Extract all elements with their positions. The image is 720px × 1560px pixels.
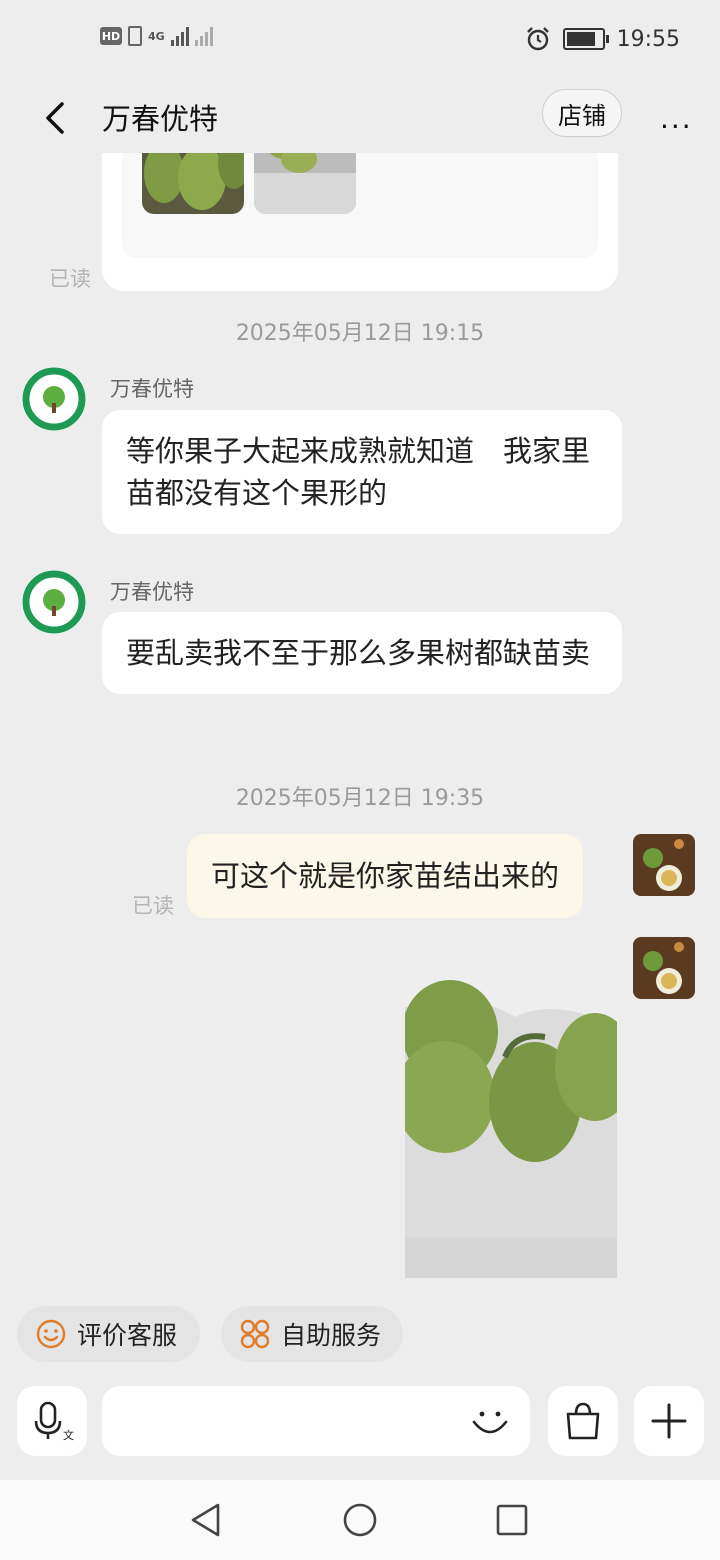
svg-text:文: 文 [63,1428,74,1442]
rate-service-label: 评价客服 [77,1321,178,1350]
message-bubble[interactable]: 等你果子大起来成熟就知道 我家里苗都没有这个果形的 [102,410,622,534]
network-label: 4G [148,29,165,43]
read-status: 已读 [132,894,174,918]
read-status: 已读 [49,267,91,291]
avatar[interactable] [22,367,86,431]
chat-header: 万春优特 店铺 ··· [0,84,720,154]
store-logo-icon [22,367,86,431]
avatar[interactable] [22,570,86,634]
emoji-button[interactable] [468,1400,512,1444]
previous-card-inner [122,153,598,258]
chat-area[interactable]: 已读 2025年05月12日 19:15 万春优特 等你果子大起来成熟就知道 我… [0,153,720,1303]
signal-2-icon [194,26,213,46]
sent-photo[interactable] [405,937,617,1278]
shopping-bag-icon [566,1402,600,1440]
timestamp: 2025年05月12日 19:15 [235,321,485,346]
self-service-label: 自助服务 [281,1321,382,1350]
more-actions-button[interactable] [634,1386,704,1456]
page-title: 万春优特 [102,102,219,136]
store-logo-icon [22,570,86,634]
sender-name: 万春优特 [110,580,194,604]
nav-home-icon[interactable] [342,1502,378,1538]
shop-button[interactable]: 店铺 [542,89,622,137]
status-left: HD 4G [100,26,213,46]
previous-thumbnail-1[interactable] [142,153,244,214]
message-input[interactable] [102,1386,530,1456]
plus-icon [651,1403,687,1439]
nav-recents-icon[interactable] [494,1502,530,1538]
voice-icon: 文 [34,1401,74,1442]
voice-button[interactable]: 文 [17,1386,87,1456]
hd-badge: HD [100,27,122,45]
input-bar: 文 [0,1380,720,1464]
nav-back-icon[interactable] [188,1502,224,1538]
alarm-icon [526,27,549,51]
system-nav-bar [0,1480,720,1560]
previous-thumbnail-2[interactable] [254,153,356,214]
status-bar: HD 4G 19:55 [0,0,720,84]
sim-icon [128,26,142,46]
status-right: 19:55 [525,26,680,52]
emoji-icon [472,1411,508,1434]
smile-icon [36,1319,66,1349]
grid-icon [240,1319,270,1349]
battery-icon [562,28,609,50]
my-message-bubble[interactable]: 可这个就是你家苗结出来的 [187,834,584,918]
my-avatar[interactable] [633,937,695,999]
message-bubble[interactable]: 要乱卖我不至于那么多果树都缺苗卖 [102,612,622,694]
signal-icon [170,26,189,46]
clock: 19:55 [616,26,680,52]
more-button[interactable]: ··· [660,110,693,143]
timestamp: 2025年05月12日 19:35 [235,786,485,811]
sender-name: 万春优特 [110,377,194,401]
product-button[interactable] [548,1386,618,1456]
back-arrow-icon [46,102,64,134]
back-button[interactable] [36,98,76,138]
rate-service-chip[interactable]: 评价客服 [17,1306,200,1362]
previous-message-card[interactable] [102,153,618,291]
my-avatar[interactable] [633,834,695,896]
self-service-chip[interactable]: 自助服务 [221,1306,403,1362]
